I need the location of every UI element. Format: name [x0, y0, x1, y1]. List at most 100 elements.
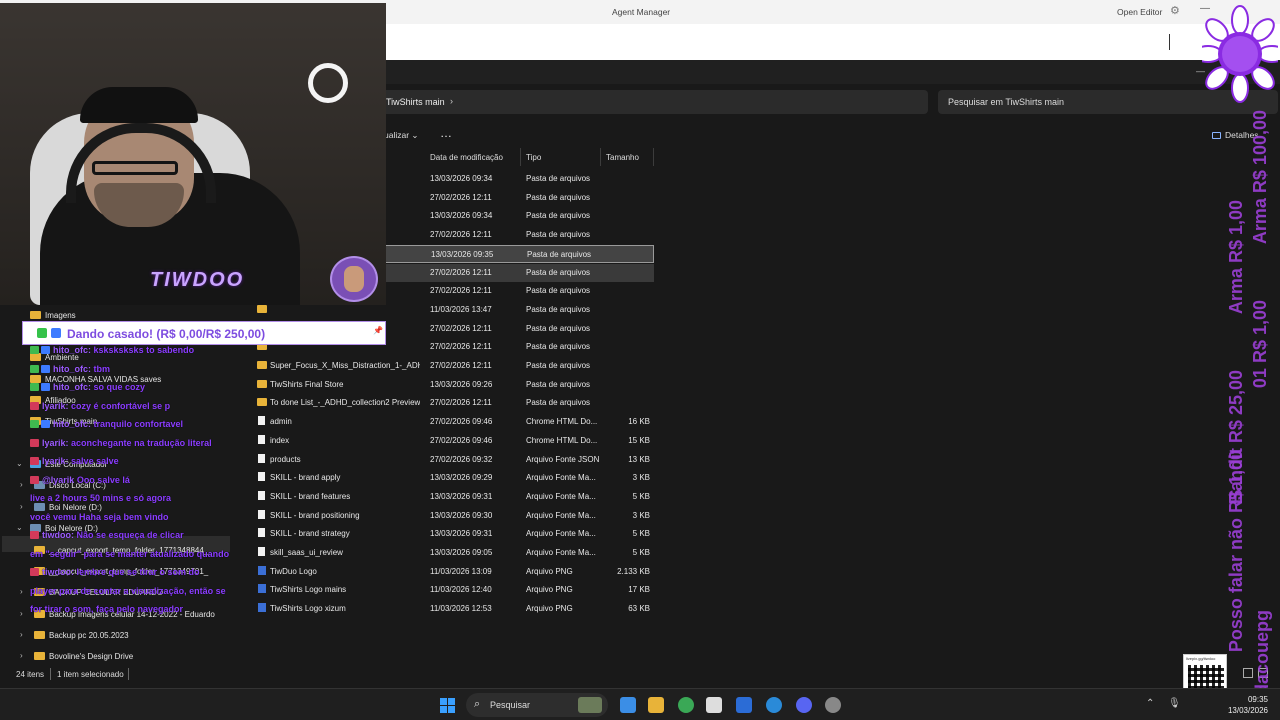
file-name: admin [270, 417, 292, 427]
file-row[interactable]: TiwShirts Logo mains 11/03/2026 12:40 Arqu… [252, 581, 654, 599]
file-name: skill_saas_ui_review [270, 548, 343, 557]
goal-item: dacouepg [1252, 610, 1272, 696]
open-editor-button[interactable]: Open Editor [1117, 7, 1162, 17]
chat-text: lembre que se tirar o som do [76, 567, 200, 577]
file-row[interactable]: skill_saas_ui_review 13/03/2026 09:05 Arqu… [252, 544, 654, 562]
view-menu-button[interactable]: ualizar ⌄ [384, 130, 419, 141]
file-date: 27/02/2026 12:11 [430, 361, 492, 370]
expand-chevron-icon[interactable]: › [20, 609, 23, 618]
chrome-icon[interactable] [678, 697, 694, 713]
file-type: Pasta de arquivos [526, 211, 591, 221]
more-options-button[interactable]: … [440, 126, 452, 140]
capcut-icon[interactable] [706, 697, 722, 713]
file-type: Arquivo Fonte JSON [526, 454, 600, 464]
file-date: 13/03/2026 09:05 [430, 548, 493, 557]
expand-chevron-icon[interactable]: ⌄ [16, 523, 23, 532]
chevron-up-icon[interactable]: ⌃ [1146, 698, 1154, 709]
file-type: Arquivo Fonte Ma... [526, 491, 596, 501]
file-row[interactable]: SKILL - brand apply 13/03/2026 09:29 Arqui… [252, 469, 654, 487]
expand-chevron-icon[interactable]: › [20, 502, 23, 511]
chat-username: hito_ofc: [53, 382, 91, 392]
column-header-type[interactable]: Tipo [521, 148, 601, 166]
chat-text: ksksksksks to sabendo [93, 345, 195, 355]
file-row[interactable]: SKILL - brand features 13/03/2026 09:31 Ar… [252, 488, 654, 506]
file-date: 13/03/2026 09:30 [430, 510, 493, 520]
chat-text: tbm [93, 363, 111, 374]
column-header-date[interactable]: Data de modificação [425, 148, 521, 166]
expand-chevron-icon[interactable]: › [20, 630, 23, 639]
check-icon [37, 328, 47, 338]
breadcrumb[interactable]: TiwShirts main [386, 97, 445, 107]
gear-icon[interactable]: ⚙ [1170, 4, 1180, 17]
chat-message: você vemu Haha seja bem vindo [30, 512, 169, 522]
heart-badge-icon [30, 531, 39, 539]
file-type: Pasta de arquivos [526, 174, 591, 183]
file-date: 11/03/2026 12:53 [430, 604, 492, 614]
file-row[interactable]: index 27/02/2026 09:46 Chrome HTML Do... 15… [252, 432, 654, 450]
heart-badge-icon [30, 568, 39, 576]
antigravity-icon[interactable] [736, 697, 752, 713]
file-date: 13/03/2026 09:26 [430, 379, 493, 389]
taskbar-search-input[interactable]: Pesquisar [490, 700, 530, 710]
file-size: 5 KB [632, 529, 650, 539]
edge-icon[interactable] [766, 697, 782, 713]
chat-message: lyarik: cozy é confortável se p [30, 401, 170, 411]
file-row[interactable]: SKILL - brand strategy 13/03/2026 09:31 Ar… [252, 525, 654, 543]
file-name: SKILL - brand strategy [270, 529, 350, 539]
check-badge-icon [30, 346, 39, 354]
chat-message: tiwdoo: Não se esqueça de clicar [30, 530, 184, 540]
file-row[interactable]: TiwDuo Logo 11/03/2026 13:09 Arquivo PNG 2.… [252, 563, 654, 581]
file-name: TiwShirts Final Store [270, 379, 344, 389]
chevron-right-icon[interactable]: › [450, 96, 453, 106]
search-input[interactable]: Pesquisar em TiwShirts main [948, 97, 1064, 107]
file-row[interactable]: To done List_-_ADHD_collection2 Preview 2… [252, 394, 654, 412]
file-row[interactable]: Super_Focus_X_Miss_Distraction_1-_ADH...… [252, 357, 654, 375]
taskbar-search[interactable]: ⌕ Pesquisar [466, 693, 608, 717]
webcam-overlay: TIWDOO [0, 3, 386, 305]
file-row[interactable]: admin 27/02/2026 09:46 Chrome HTML Do... 16… [252, 413, 654, 431]
file-size: 2.133 KB [617, 566, 650, 576]
expand-chevron-icon[interactable]: ⌄ [16, 459, 23, 468]
expand-chevron-icon[interactable]: › [20, 651, 23, 660]
streamer-cap [80, 87, 198, 123]
chat-text: so que cozy [93, 382, 146, 392]
search-highlight-icon [578, 697, 602, 713]
qr-label: livepix.gg/tiwdoo [1186, 656, 1216, 661]
expand-chevron-icon[interactable]: › [20, 480, 23, 489]
file-date: 27/02/2026 09:46 [430, 435, 493, 445]
address-bar[interactable]: TiwShirts main › [380, 90, 928, 114]
divider [128, 668, 129, 680]
file-date: 13/03/2026 09:35 [431, 249, 494, 259]
microphone-icon[interactable]: 🎙 [1168, 698, 1181, 709]
chat-username: hito_ofc: [53, 345, 91, 355]
badge-icon [51, 328, 61, 338]
chat-text: for tirar o som, faça pelo navegador [30, 604, 184, 614]
file-type: Pasta de arquivos [526, 230, 591, 240]
windows-start-icon[interactable] [440, 698, 455, 713]
file-row[interactable]: TiwShirts Final Store 13/03/2026 09:26 Pas… [252, 376, 654, 394]
system-clock[interactable]: 09:35 13/03/2026 [1220, 694, 1268, 716]
selection-count: 1 item selecionado [57, 670, 124, 679]
divider [50, 668, 51, 680]
file-size: 63 KB [628, 604, 650, 614]
obs-icon[interactable] [825, 697, 841, 713]
file-row[interactable]: SKILL - brand positioning 13/03/2026 09:3… [252, 507, 654, 525]
file-date: 27/02/2026 12:11 [430, 192, 492, 202]
goal-text: Dando casado! (R$ 0,00/R$ 250,00) [67, 327, 266, 341]
chat-message: tiwdoo: lembre que se tirar o som do [30, 567, 200, 577]
chat-text: player para de contar a visualização, en… [30, 585, 226, 596]
file-name: index [270, 435, 290, 445]
goal-item: 01 R$ 1,00 [1250, 300, 1270, 389]
heart-badge-icon [30, 401, 39, 410]
discord-icon[interactable] [796, 697, 812, 713]
column-header-size[interactable]: Tamanho [601, 148, 654, 166]
file-row[interactable]: TiwShirts Logo xizum 11/03/2026 12:53 Arqu… [252, 600, 654, 618]
expand-chevron-icon[interactable]: › [20, 587, 23, 596]
file-date: 27/02/2026 12:11 [430, 286, 492, 296]
chat-message: em "seguir" para se manter atualizado qu… [30, 549, 229, 559]
file-row[interactable]: products 27/02/2026 09:32 Arquivo Fonte JS… [252, 451, 654, 469]
file-explorer-icon[interactable] [648, 697, 664, 713]
bot-badge-icon [41, 383, 50, 391]
copilot-icon[interactable] [620, 697, 636, 713]
file-size: 3 KB [632, 473, 650, 483]
